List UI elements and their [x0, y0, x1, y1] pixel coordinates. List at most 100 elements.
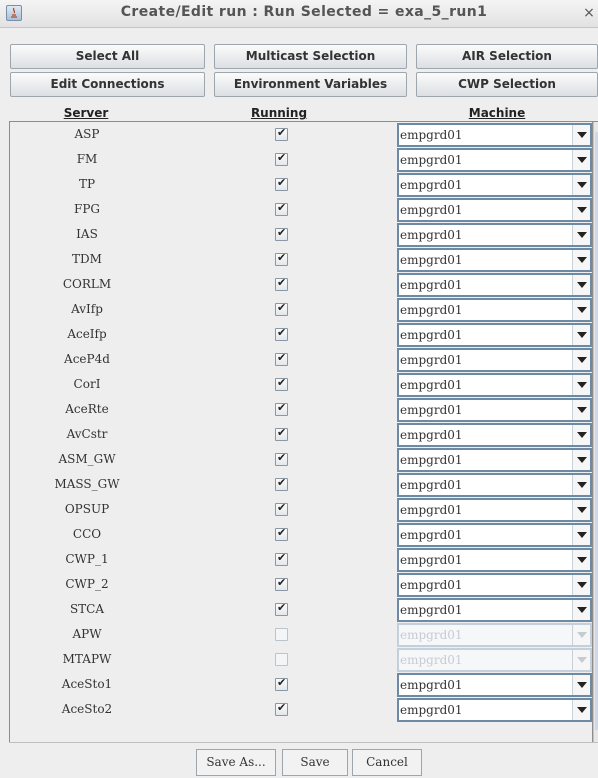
air-selection-button[interactable]: AIR Selection: [416, 44, 598, 69]
chevron-down-icon[interactable]: [572, 575, 590, 595]
chevron-down-icon[interactable]: [572, 325, 590, 345]
cancel-button[interactable]: Cancel: [352, 749, 422, 776]
machine-dropdown[interactable]: empgrd01: [397, 598, 592, 622]
running-checkbox[interactable]: [275, 501, 288, 516]
close-icon[interactable]: ×: [582, 5, 596, 21]
server-name: AceP4d: [64, 352, 110, 366]
running-checkbox[interactable]: [275, 653, 288, 666]
machine-value: empgrd01: [400, 678, 463, 692]
running-checkbox[interactable]: [275, 551, 288, 566]
chevron-down-icon[interactable]: [572, 500, 590, 520]
running-checkbox[interactable]: [275, 476, 288, 491]
chevron-down-icon[interactable]: [572, 250, 590, 270]
chevron-down-icon[interactable]: [572, 475, 590, 495]
table-row: IAS empgrd01: [10, 222, 592, 247]
running-checkbox[interactable]: [275, 676, 288, 691]
running-checkbox[interactable]: [275, 576, 288, 591]
machine-dropdown[interactable]: empgrd01: [397, 498, 592, 522]
save-as-button[interactable]: Save As...: [196, 749, 276, 776]
server-name: CorI: [73, 377, 101, 391]
running-checkbox[interactable]: [275, 226, 288, 241]
machine-dropdown[interactable]: empgrd01: [397, 298, 592, 322]
running-checkbox[interactable]: [275, 151, 288, 166]
machine-dropdown[interactable]: empgrd01: [397, 223, 592, 247]
chevron-down-icon[interactable]: [572, 625, 590, 645]
chevron-down-icon[interactable]: [572, 525, 590, 545]
machine-dropdown[interactable]: empgrd01: [397, 123, 592, 147]
chevron-down-icon[interactable]: [572, 675, 590, 695]
chevron-down-icon[interactable]: [572, 700, 590, 720]
save-button[interactable]: Save: [282, 749, 348, 776]
machine-dropdown[interactable]: empgrd01: [397, 673, 592, 697]
machine-column-header[interactable]: Machine: [399, 106, 595, 120]
machine-dropdown[interactable]: empgrd01: [397, 248, 592, 272]
machine-value: empgrd01: [400, 578, 463, 592]
server-name: OPSUP: [64, 502, 110, 516]
machine-dropdown[interactable]: empgrd01: [397, 548, 592, 572]
machine-dropdown[interactable]: empgrd01: [397, 398, 592, 422]
edit-connections-button[interactable]: Edit Connections: [10, 72, 205, 97]
machine-dropdown[interactable]: empgrd01: [397, 173, 592, 197]
machine-dropdown[interactable]: empgrd01: [397, 698, 592, 722]
chevron-down-icon[interactable]: [572, 425, 590, 445]
running-checkbox[interactable]: [275, 176, 288, 191]
chevron-down-icon[interactable]: [572, 150, 590, 170]
chevron-down-icon[interactable]: [572, 200, 590, 220]
machine-dropdown[interactable]: empgrd01: [397, 648, 592, 672]
select-all-button[interactable]: Select All: [10, 44, 205, 69]
running-checkbox[interactable]: [275, 451, 288, 466]
running-checkbox[interactable]: [275, 326, 288, 341]
machine-dropdown[interactable]: empgrd01: [397, 473, 592, 497]
java-app-icon: [6, 5, 22, 21]
chevron-down-icon[interactable]: [572, 600, 590, 620]
chevron-down-icon[interactable]: [572, 550, 590, 570]
running-checkbox[interactable]: [275, 201, 288, 216]
machine-value: empgrd01: [400, 528, 463, 542]
chevron-down-icon[interactable]: [572, 450, 590, 470]
machine-dropdown[interactable]: empgrd01: [397, 323, 592, 347]
machine-value: empgrd01: [400, 328, 463, 342]
chevron-down-icon[interactable]: [572, 225, 590, 245]
running-checkbox[interactable]: [275, 628, 288, 641]
environment-variables-button[interactable]: Environment Variables: [214, 72, 407, 97]
machine-dropdown[interactable]: empgrd01: [397, 348, 592, 372]
running-checkbox[interactable]: [275, 601, 288, 616]
cwp-selection-button[interactable]: CWP Selection: [416, 72, 598, 97]
chevron-down-icon[interactable]: [572, 400, 590, 420]
chevron-down-icon[interactable]: [572, 275, 590, 295]
machine-dropdown[interactable]: empgrd01: [397, 373, 592, 397]
running-checkbox[interactable]: [275, 126, 288, 141]
machine-value: empgrd01: [400, 353, 463, 367]
running-checkbox[interactable]: [275, 401, 288, 416]
title-bar: Create/Edit run : Run Selected = exa_5_r…: [0, 0, 598, 28]
table-row: MASS_GW empgrd01: [10, 472, 592, 497]
machine-dropdown[interactable]: empgrd01: [397, 523, 592, 547]
running-checkbox[interactable]: [275, 701, 288, 716]
running-checkbox[interactable]: [275, 251, 288, 266]
machine-dropdown[interactable]: empgrd01: [397, 573, 592, 597]
running-checkbox[interactable]: [275, 376, 288, 391]
machine-dropdown[interactable]: empgrd01: [397, 273, 592, 297]
running-checkbox[interactable]: [275, 426, 288, 441]
machine-dropdown[interactable]: empgrd01: [397, 198, 592, 222]
machine-dropdown[interactable]: empgrd01: [397, 448, 592, 472]
vertical-scrollbar[interactable]: [593, 122, 598, 742]
running-checkbox[interactable]: [275, 526, 288, 541]
table-row: AvCstr empgrd01: [10, 422, 592, 447]
chevron-down-icon[interactable]: [572, 300, 590, 320]
chevron-down-icon[interactable]: [572, 350, 590, 370]
machine-dropdown[interactable]: empgrd01: [397, 623, 592, 647]
machine-dropdown[interactable]: empgrd01: [397, 423, 592, 447]
running-checkbox[interactable]: [275, 301, 288, 316]
server-column-header[interactable]: Server: [9, 106, 163, 120]
chevron-down-icon[interactable]: [572, 125, 590, 145]
chevron-down-icon[interactable]: [572, 650, 590, 670]
running-checkbox[interactable]: [275, 351, 288, 366]
multicast-selection-button[interactable]: Multicast Selection: [214, 44, 407, 69]
machine-dropdown[interactable]: empgrd01: [397, 148, 592, 172]
server-name: TP: [78, 177, 96, 191]
chevron-down-icon[interactable]: [572, 375, 590, 395]
chevron-down-icon[interactable]: [572, 175, 590, 195]
running-column-header[interactable]: Running: [229, 106, 329, 120]
running-checkbox[interactable]: [275, 276, 288, 291]
